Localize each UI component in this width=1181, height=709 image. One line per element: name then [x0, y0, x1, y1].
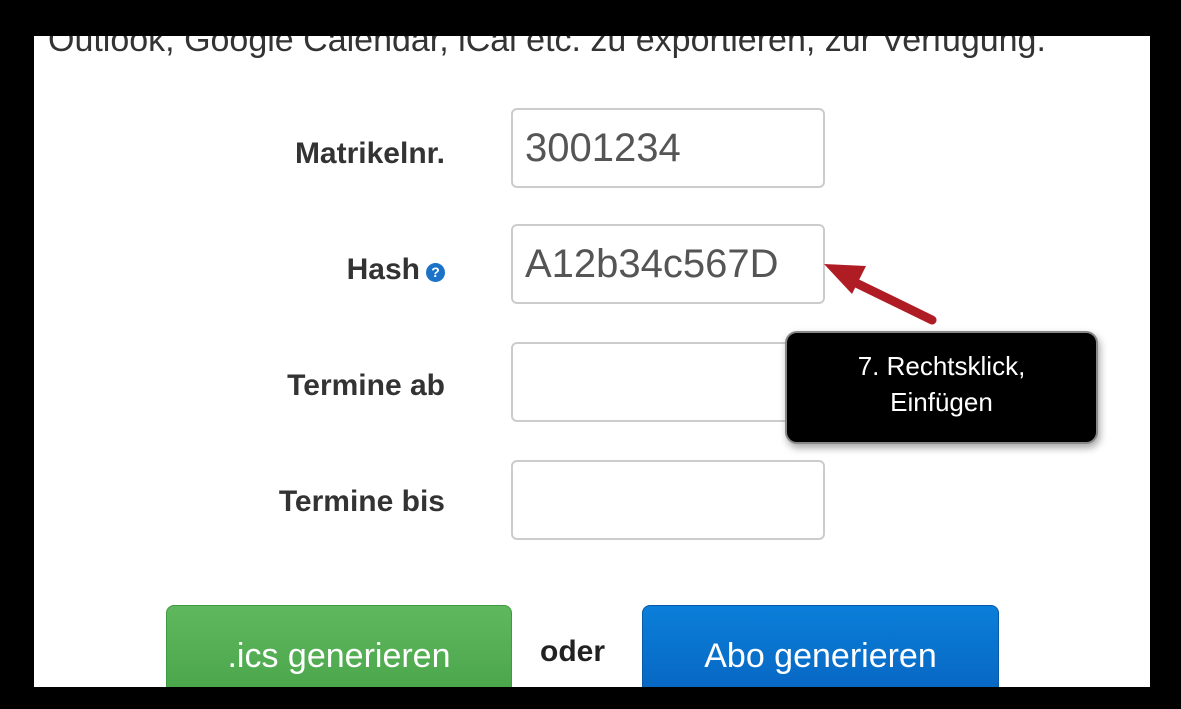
matrikel-label: Matrikelnr.: [294, 137, 445, 170]
hash-label-row: Hash?: [347, 252, 445, 288]
termine-ab-input[interactable]: [511, 342, 825, 422]
matrikel-input[interactable]: [511, 108, 825, 188]
termine-bis-input[interactable]: [511, 460, 825, 540]
hash-label: Hash: [346, 253, 420, 286]
termine-ab-label: Termine ab: [287, 369, 445, 402]
annotation-arrow-icon: [824, 264, 937, 325]
tooltip-line-2: Einfügen: [890, 387, 993, 417]
hash-input[interactable]: [511, 224, 825, 304]
annotation-tooltip: 7. Rechtsklick, Einfügen: [785, 331, 1098, 444]
tooltip-line-1: 7. Rechtsklick,: [857, 351, 1026, 381]
termine-bis-label: Termine bis: [278, 485, 445, 518]
help-icon[interactable]: ?: [426, 263, 445, 282]
screenshot-frame: Outlook, Google Calendar, iCal etc. zu e…: [34, 36, 1150, 687]
intro-text: Outlook, Google Calendar, iCal etc. zu e…: [48, 36, 1046, 59]
abo-generate-button[interactable]: Abo generieren: [642, 605, 999, 687]
ics-generate-button[interactable]: .ics generieren: [166, 605, 512, 687]
or-separator: oder: [540, 635, 606, 668]
